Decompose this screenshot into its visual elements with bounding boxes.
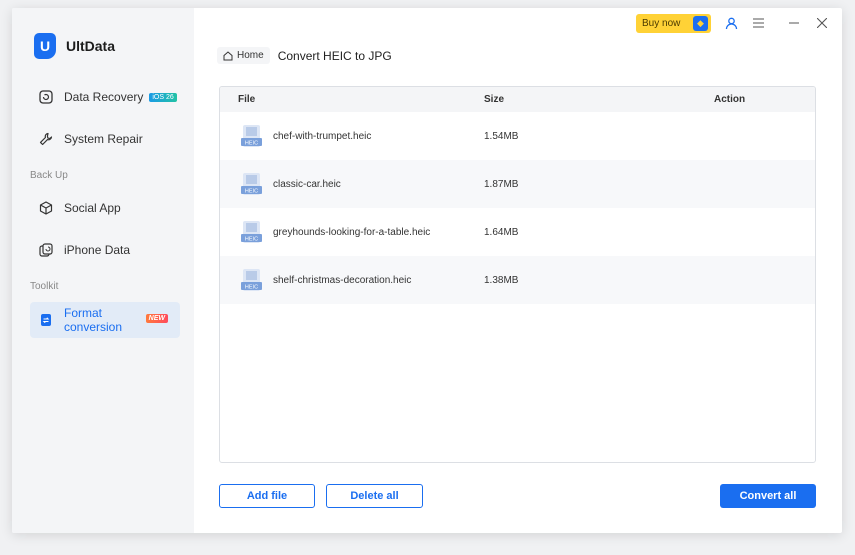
file-name: greyhounds-looking-for-a-table.heic — [273, 227, 431, 238]
column-header-action: Action — [714, 94, 746, 105]
svg-text:HEIC: HEIC — [245, 285, 258, 291]
phone-data-icon — [38, 242, 54, 258]
breadcrumb-home-label: Home — [237, 50, 264, 61]
sidebar-item-data-recovery[interactable]: Data Recovery iOS 26 — [30, 79, 180, 115]
sidebar-item-label: Format conversion — [64, 306, 123, 334]
convert-all-button[interactable]: Convert all — [720, 484, 816, 508]
brand: U UltData — [34, 33, 115, 59]
svg-text:HEIC: HEIC — [245, 141, 258, 147]
svg-text:HEIC: HEIC — [245, 189, 258, 195]
breadcrumb: Home Convert HEIC to JPG — [217, 47, 392, 64]
section-label-backup: Back Up — [30, 170, 68, 181]
heic-file-icon: HEIC — [241, 173, 262, 195]
table-row[interactable]: HEIC greyhounds-looking-for-a-table.heic… — [220, 208, 815, 256]
page-title: Convert HEIC to JPG — [277, 48, 392, 63]
cube-icon — [38, 200, 54, 216]
heic-file-icon: HEIC — [241, 125, 262, 147]
add-file-button[interactable]: Add file — [219, 484, 315, 508]
file-size: 1.54MB — [484, 131, 519, 142]
new-badge: NEW — [145, 314, 168, 323]
heic-file-icon: HEIC — [241, 221, 262, 243]
file-size: 1.87MB — [484, 179, 519, 190]
table-header: File Size Action — [220, 87, 815, 112]
buy-now-button[interactable]: Buy now ◆ — [636, 14, 711, 33]
sidebar-item-label: Data Recovery — [64, 90, 144, 104]
sidebar-item-social-app[interactable]: Social App — [30, 190, 180, 226]
diamond-icon: ◆ — [693, 16, 708, 31]
file-size: 1.64MB — [484, 227, 519, 238]
close-icon[interactable] — [814, 15, 830, 31]
sidebar-item-label: Social App — [64, 201, 121, 215]
ios-badge: iOS 26 — [149, 92, 177, 102]
ultdata-logo-icon: U — [34, 33, 56, 59]
convert-icon — [38, 312, 54, 328]
recovery-icon — [38, 89, 54, 105]
sidebar-item-label: iPhone Data — [64, 243, 131, 257]
app-name: UltData — [66, 38, 116, 54]
sidebar-item-iphone-data[interactable]: iPhone Data — [30, 232, 180, 268]
minimize-icon[interactable] — [786, 15, 802, 31]
file-name: classic-car.heic — [273, 179, 341, 190]
section-label-toolkit: Toolkit — [30, 281, 59, 292]
table-row[interactable]: HEIC classic-car.heic 1.87MB — [220, 160, 815, 208]
table-row[interactable]: HEIC shelf-christmas-decoration.heic 1.3… — [220, 256, 815, 304]
delete-all-button[interactable]: Delete all — [326, 484, 423, 508]
app-window: U UltData Data Recovery iOS 26 System Re… — [12, 8, 842, 533]
table-row[interactable]: HEIC chef-with-trumpet.heic 1.54MB — [220, 112, 815, 160]
file-table: File Size Action HEIC chef-with-trumpet.… — [219, 86, 816, 463]
account-icon[interactable] — [723, 15, 739, 31]
breadcrumb-home[interactable]: Home — [217, 47, 270, 64]
sidebar-item-label: System Repair — [64, 132, 143, 146]
menu-icon[interactable] — [750, 15, 766, 31]
svg-text:HEIC: HEIC — [245, 237, 258, 243]
sidebar-item-system-repair[interactable]: System Repair — [30, 121, 180, 157]
file-size: 1.38MB — [484, 275, 519, 286]
buy-now-label: Buy now — [642, 18, 681, 29]
file-name: shelf-christmas-decoration.heic — [273, 275, 412, 286]
wrench-icon — [38, 131, 54, 147]
column-header-size: Size — [484, 94, 505, 105]
home-icon — [223, 50, 233, 60]
column-header-file: File — [238, 94, 256, 105]
sidebar: U UltData Data Recovery iOS 26 System Re… — [12, 8, 194, 533]
sidebar-item-format-conversion[interactable]: Format conversion NEW — [30, 302, 180, 338]
file-name: chef-with-trumpet.heic — [273, 131, 372, 142]
heic-file-icon: HEIC — [241, 269, 262, 291]
